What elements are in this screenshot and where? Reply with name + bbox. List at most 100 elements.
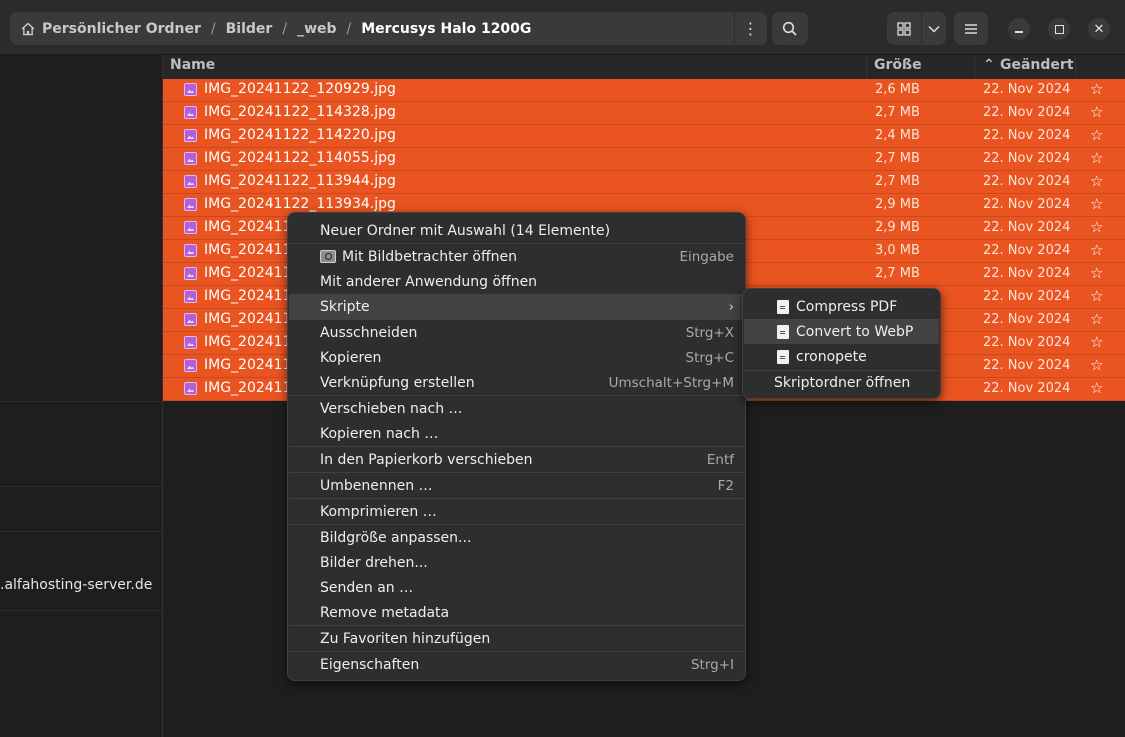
view-grid-button[interactable] [887, 12, 921, 45]
menu-properties[interactable]: Eigenschaften Strg+I [289, 652, 744, 677]
file-row[interactable]: IMG_20241122_113944.jpg 2,7 MB 22. Nov 202… [163, 171, 1125, 194]
menu-remove-metadata[interactable]: Remove metadata [289, 600, 744, 625]
file-name: IMG_202411 [204, 311, 292, 327]
menu-label: Eigenschaften [320, 656, 420, 673]
sidebar-item-server[interactable]: .alfahosting-server.de [0, 577, 152, 593]
menu-move-to[interactable]: Verschieben nach … [289, 396, 744, 421]
star-icon[interactable]: ☆ [1090, 103, 1103, 121]
path-menu-button[interactable]: ⋮ [734, 13, 766, 44]
menu-shortcut: Eingabe [679, 248, 734, 265]
search-icon [782, 21, 797, 36]
image-file-icon [184, 359, 197, 372]
star-icon[interactable]: ☆ [1090, 172, 1103, 190]
close-button[interactable]: ✕ [1088, 18, 1110, 40]
file-modified: 22. Nov 2024 [983, 335, 1071, 350]
menu-label: Mit anderer Anwendung öffnen [320, 273, 538, 290]
path-bar: Persönlicher Ordner / Bilder / _web / Me… [10, 12, 767, 45]
view-options-button[interactable] [922, 12, 946, 45]
search-button[interactable] [772, 12, 808, 45]
file-row[interactable]: IMG_20241122_114328.jpg 2,7 MB 22. Nov 202… [163, 102, 1125, 125]
file-row[interactable]: IMG_20241122_114220.jpg 2,4 MB 22. Nov 202… [163, 125, 1125, 148]
menu-send-to[interactable]: Senden an … [289, 575, 744, 600]
image-file-icon [184, 382, 197, 395]
file-modified: 22. Nov 2024 [983, 105, 1071, 120]
image-file-icon [184, 313, 197, 326]
star-icon[interactable]: ☆ [1090, 149, 1103, 167]
menu-add-to-favorites[interactable]: Zu Favoriten hinzufügen [289, 626, 744, 651]
star-icon[interactable]: ☆ [1090, 379, 1103, 397]
file-row[interactable]: IMG_20241122_120929.jpg 2,6 MB 22. Nov 202… [163, 79, 1125, 102]
menu-label: cronopete [796, 348, 867, 365]
file-size: 2,7 MB [875, 105, 920, 120]
main-menu-button[interactable] [954, 12, 988, 45]
file-modified: 22. Nov 2024 [983, 243, 1071, 258]
menu-open-scripts-folder[interactable]: Skriptordner öffnen [744, 370, 939, 395]
close-icon: ✕ [1093, 21, 1105, 37]
menu-scripts[interactable]: Skripte › [289, 294, 744, 319]
star-icon[interactable]: ☆ [1090, 218, 1103, 236]
column-name[interactable]: Name [170, 57, 215, 73]
file-size: 2,9 MB [875, 220, 920, 235]
file-size: 2,7 MB [875, 266, 920, 281]
menu-create-link[interactable]: Verknüpfung erstellen Umschalt+Strg+M [289, 370, 744, 395]
star-icon[interactable]: ☆ [1090, 195, 1103, 213]
menu-rotate-images[interactable]: Bilder drehen... [289, 550, 744, 575]
header-bar: Persönlicher Ordner / Bilder / _web / Me… [0, 0, 1125, 55]
breadcrumb-separator: / [346, 20, 352, 37]
menu-label: Skripte [320, 298, 370, 315]
menu-label: Skriptordner öffnen [774, 374, 911, 391]
star-icon[interactable]: ☆ [1090, 310, 1103, 328]
script-compress-pdf[interactable]: Compress PDF [744, 294, 939, 319]
script-file-icon [777, 299, 789, 314]
script-convert-to-webp[interactable]: Convert to WebP [744, 319, 939, 344]
menu-open-with-image-viewer[interactable]: Mit Bildbetrachter öffnen Eingabe [289, 244, 744, 269]
sidebar-divider [0, 486, 163, 487]
breadcrumb-web[interactable]: _web [297, 21, 336, 37]
menu-resize-images[interactable]: Bildgröße anpassen... [289, 525, 744, 550]
menu-label: Zu Favoriten hinzufügen [320, 630, 491, 647]
text-file-icon [777, 349, 789, 364]
menu-shortcut: Strg+C [685, 349, 734, 366]
menu-label: Kopieren nach … [320, 425, 439, 442]
file-name: IMG_202411 [204, 357, 292, 373]
star-icon[interactable]: ☆ [1090, 80, 1103, 98]
star-icon[interactable]: ☆ [1090, 264, 1103, 282]
file-modified: 22. Nov 2024 [983, 128, 1071, 143]
star-icon[interactable]: ☆ [1090, 333, 1103, 351]
file-name: IMG_20241122_114220.jpg [204, 127, 396, 143]
menu-copy[interactable]: Kopieren Strg+C [289, 345, 744, 370]
minimize-button[interactable] [1008, 18, 1030, 40]
star-icon[interactable]: ☆ [1090, 241, 1103, 259]
menu-open-with-other-app[interactable]: Mit anderer Anwendung öffnen [289, 269, 744, 294]
star-icon[interactable]: ☆ [1090, 356, 1103, 374]
menu-cut[interactable]: Ausschneiden Strg+X [289, 320, 744, 345]
menu-copy-to[interactable]: Kopieren nach … [289, 421, 744, 446]
breadcrumb-bilder[interactable]: Bilder [226, 21, 273, 37]
maximize-button[interactable] [1048, 18, 1070, 40]
column-size[interactable]: Größe [874, 57, 922, 73]
file-name: IMG_202411 [204, 380, 292, 396]
maximize-icon [1054, 24, 1064, 34]
file-size: 2,6 MB [875, 82, 920, 97]
menu-shortcut: Entf [706, 451, 734, 468]
file-modified: 22. Nov 2024 [983, 312, 1071, 327]
breadcrumb-home[interactable]: Persönlicher Ordner [42, 21, 201, 37]
sidebar-divider [0, 401, 163, 402]
image-file-icon [184, 290, 197, 303]
star-icon[interactable]: ☆ [1090, 287, 1103, 305]
star-icon[interactable]: ☆ [1090, 126, 1103, 144]
menu-compress[interactable]: Komprimieren … [289, 499, 744, 524]
chevron-down-icon [928, 25, 940, 33]
image-file-icon [184, 175, 197, 188]
column-modified[interactable]: Geändert [1000, 57, 1074, 73]
menu-label: In den Papierkorb verschieben [320, 451, 533, 468]
menu-label: Bildgröße anpassen... [320, 529, 472, 546]
menu-label: Convert to WebP [796, 323, 914, 340]
menu-rename[interactable]: Umbenennen … F2 [289, 473, 744, 498]
menu-new-folder-with-selection[interactable]: Neuer Ordner mit Auswahl (14 Elemente) [289, 218, 744, 243]
file-modified: 22. Nov 2024 [983, 82, 1071, 97]
breadcrumb-current[interactable]: Mercusys Halo 1200G [361, 21, 531, 37]
menu-move-to-trash[interactable]: In den Papierkorb verschieben Entf [289, 447, 744, 472]
file-row[interactable]: IMG_20241122_114055.jpg 2,7 MB 22. Nov 202… [163, 148, 1125, 171]
script-cronopete[interactable]: cronopete [744, 344, 939, 369]
